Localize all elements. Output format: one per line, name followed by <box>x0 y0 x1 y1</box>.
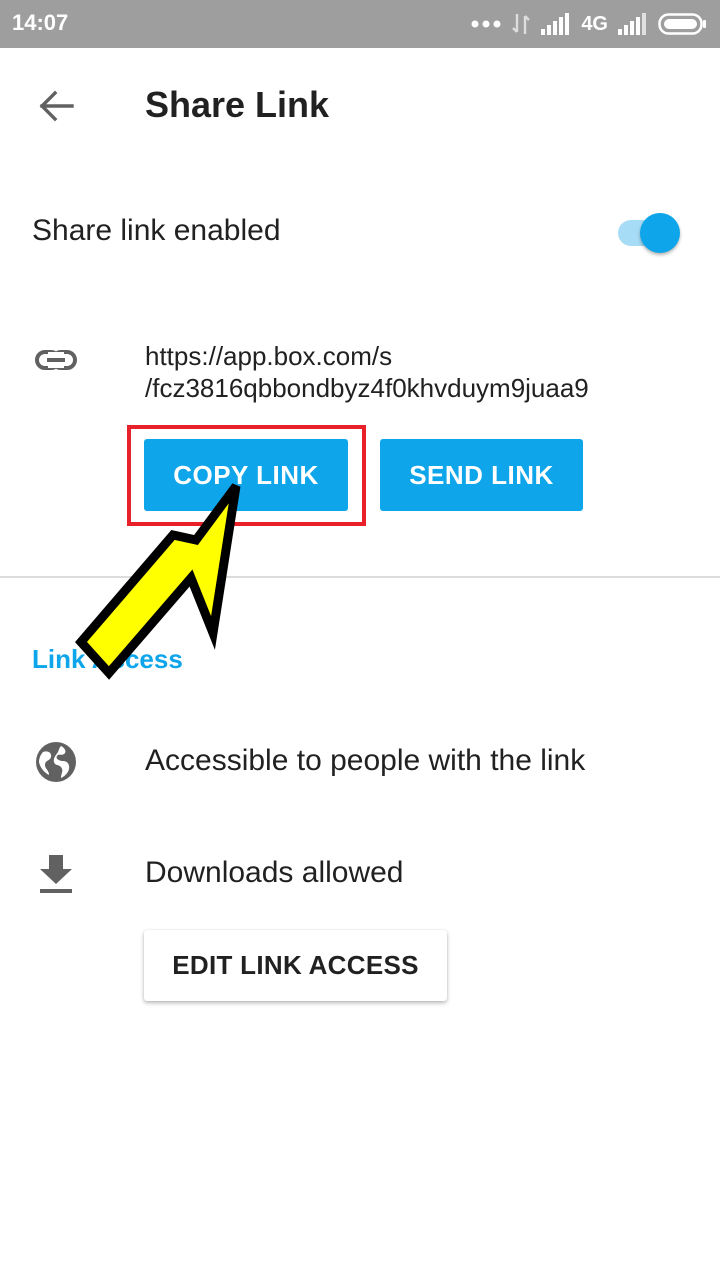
link-access-text: Accessible to people with the link <box>145 744 586 777</box>
divider <box>0 576 720 578</box>
back-button[interactable] <box>32 84 80 128</box>
copy-link-button[interactable]: COPY LINK <box>144 439 348 511</box>
page-title: Share Link <box>145 84 330 125</box>
share-link-url: https://app.box.com/s /fcz3816qbbondbyz4… <box>145 340 705 404</box>
link-access-section-title: Link Access <box>32 644 183 674</box>
status-time: 14:07 <box>12 10 69 35</box>
status-bar: 14:07 4G <box>0 0 720 48</box>
more-dots-icon <box>471 20 501 28</box>
battery-icon <box>658 13 706 35</box>
downloads-allowed-text: Downloads allowed <box>145 856 404 889</box>
signal-icon <box>541 13 570 35</box>
network-type: 4G <box>581 12 608 35</box>
share-link-url-line2: /fcz3816qbbondbyz4f0khvduym9juaa9 <box>145 373 589 403</box>
data-arrows-icon <box>512 14 531 34</box>
share-link-url-line1: https://app.box.com/s <box>145 341 393 371</box>
edit-link-access-button[interactable]: EDIT LINK ACCESS <box>144 930 447 1001</box>
share-link-toggle[interactable] <box>614 212 684 254</box>
arrow-back-icon <box>39 90 74 122</box>
annotation-arrow-overlay <box>75 483 241 680</box>
globe-icon <box>32 738 80 786</box>
link-icon <box>35 350 77 370</box>
download-icon <box>32 850 80 898</box>
send-link-button[interactable]: SEND LINK <box>380 439 583 511</box>
status-icons: 4G <box>471 8 708 40</box>
share-toggle-label: Share link enabled <box>32 214 281 247</box>
signal-icon <box>618 13 646 35</box>
toggle-thumb <box>640 213 680 253</box>
